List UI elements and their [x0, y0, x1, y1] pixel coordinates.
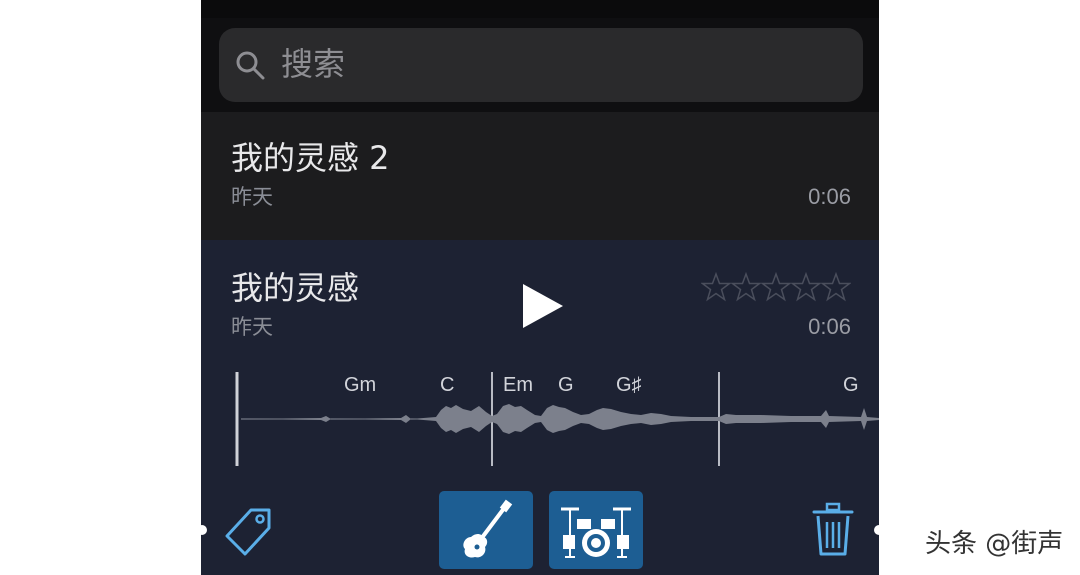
- drums-instrument-button[interactable]: [549, 491, 643, 569]
- edge-handle: [197, 525, 207, 535]
- play-button[interactable]: [521, 282, 565, 330]
- trash-icon[interactable]: [811, 500, 855, 560]
- watermark-text: 头条 @街声: [925, 529, 1064, 559]
- recording-date: 昨天: [231, 315, 273, 339]
- star-icon[interactable]: [821, 272, 851, 302]
- search-input[interactable]: 搜索: [219, 28, 863, 102]
- status-bar: [201, 0, 879, 18]
- recording-row[interactable]: 我的灵感 2 昨天 0:06: [201, 112, 879, 242]
- drum-kit-icon: [561, 507, 631, 558]
- star-icon[interactable]: [701, 272, 731, 302]
- rating-stars[interactable]: [701, 272, 851, 302]
- recording-duration: 0:06: [808, 314, 851, 339]
- recording-title: 我的灵感 2: [231, 139, 390, 177]
- waveform[interactable]: [201, 360, 879, 470]
- phone-screen: 搜索 我的灵感 2 昨天 0:06 我的灵感 昨天 0:06 Gm C Em G…: [201, 0, 879, 575]
- recording-duration: 0:06: [808, 184, 851, 209]
- electric-guitar-icon: [463, 499, 513, 558]
- recording-date: 昨天: [231, 185, 273, 209]
- recording-title: 我的灵感: [231, 269, 360, 307]
- star-icon[interactable]: [791, 272, 821, 302]
- guitar-instrument-button[interactable]: [439, 491, 533, 569]
- search-icon: [236, 51, 265, 80]
- edge-handle: [874, 525, 884, 535]
- tag-icon[interactable]: [221, 502, 275, 558]
- star-icon[interactable]: [731, 272, 761, 302]
- star-icon[interactable]: [761, 272, 791, 302]
- recording-row-selected[interactable]: 我的灵感 昨天 0:06 Gm C Em G G♯ G: [201, 240, 879, 575]
- search-area: 搜索: [201, 18, 879, 112]
- search-placeholder: 搜索: [281, 45, 346, 83]
